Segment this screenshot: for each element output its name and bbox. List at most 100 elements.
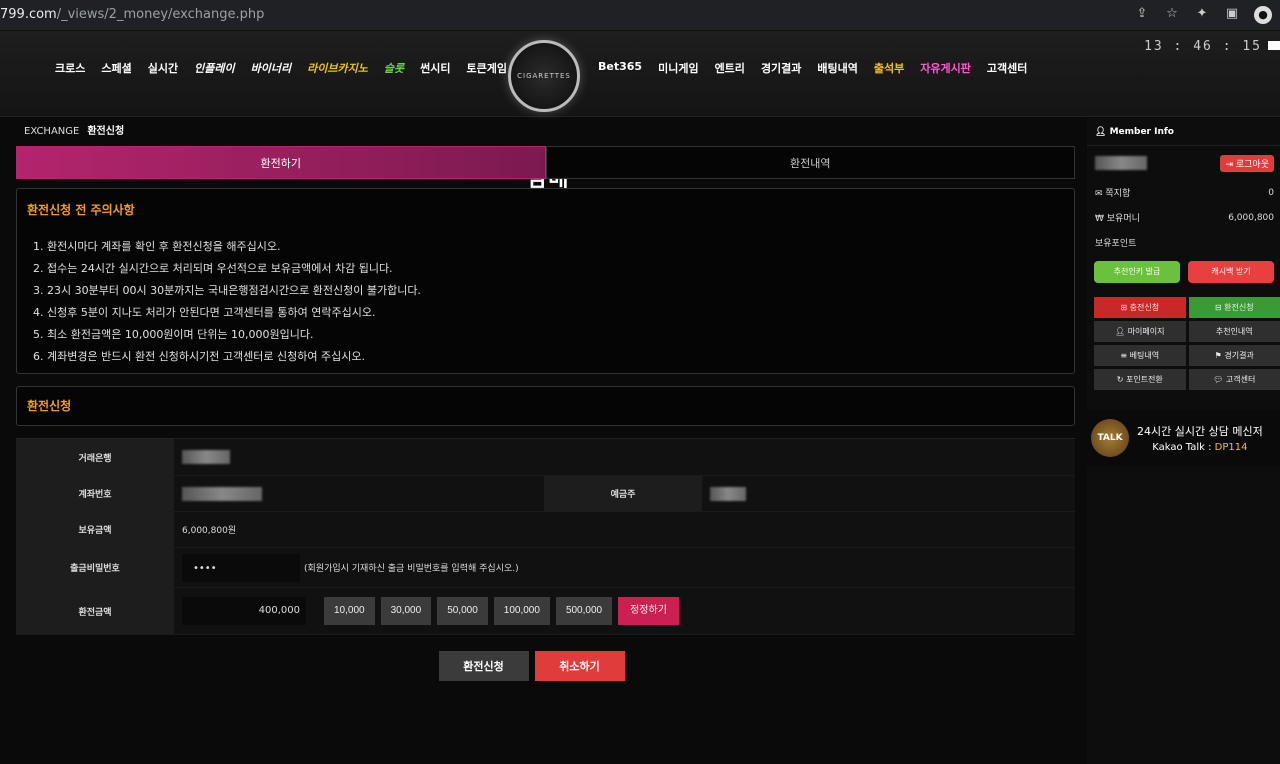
nav-special[interactable]: 스페셜 [101, 60, 131, 76]
logo-sub: CIGARETTES [517, 72, 571, 80]
money-row: ₩ 보유머니 6,000,800 [1087, 205, 1280, 230]
nav-minigame[interactable]: 미니게임 [658, 60, 698, 76]
notice-box: 환전신청 전 주의사항 1. 환전시마다 계좌를 확인 후 환전신청을 해주십시… [16, 188, 1075, 374]
tabs: 환전하기 환전내역 [16, 146, 1075, 179]
nav-entry[interactable]: 엔트리 [715, 60, 745, 76]
holder-redacted [710, 486, 746, 501]
notice-list: 1. 환전시마다 계좌를 확인 후 환전신청을 해주십시오. 2. 접수는 24… [27, 236, 1064, 368]
clock: 13 : 46 : 15 [1144, 39, 1262, 54]
site-header: 크로스 스페셜 실시간 인플레이 바이너리 라이브카지노 슬롯 썬시티 토큰게임… [0, 31, 1280, 192]
quick-point-convert-button[interactable]: ↻ 포인트전환 [1094, 369, 1186, 390]
nav-free-board[interactable]: 자유게시판 [920, 60, 971, 76]
password-label: 출금비밀번호 [16, 548, 174, 587]
logout-label: 로그아웃 [1235, 159, 1269, 170]
row-balance: 보유금액 6,000,800원 [16, 512, 1075, 548]
reset-amount-button[interactable]: 정정하기 [618, 597, 679, 625]
holder-value [702, 476, 1075, 511]
nav-live-casino[interactable]: 라이브카지노 [307, 60, 368, 76]
referral-key-button[interactable]: 추천인키 발급 [1094, 261, 1180, 283]
quick-mypage-button[interactable]: 👤︎ 마이페이지 [1094, 321, 1186, 342]
member-info-header: 👤︎ Member Info [1087, 118, 1280, 146]
balance-label: 보유금액 [16, 512, 174, 547]
cashback-button[interactable]: 캐시백 받기 [1188, 261, 1274, 283]
nav-binary[interactable]: 바이너리 [251, 60, 291, 76]
quick-exchange-button[interactable]: ⊟ 환전신청 [1188, 297, 1280, 318]
star-icon[interactable]: ☆ [1164, 6, 1180, 22]
amount-500000-button[interactable]: 500,000 [555, 597, 613, 625]
talk-id: DP114 [1214, 442, 1248, 453]
quick-deposit-button[interactable]: ⊞ 충전신청 [1094, 297, 1186, 318]
nav-attendance[interactable]: 출석부 [874, 60, 904, 76]
talk-line2: Kakao Talk : DP114 [1137, 442, 1263, 453]
extensions-icon[interactable]: ✦ [1194, 6, 1210, 22]
account-value [174, 476, 544, 511]
message-label: 쪽지함 [1105, 189, 1131, 199]
quick-bet-history-button[interactable]: ≡ 베팅내역 [1094, 345, 1186, 366]
logout-icon: ⇥ [1225, 159, 1236, 170]
logout-button[interactable]: ⇥ 로그아웃 [1220, 154, 1274, 172]
share-icon[interactable]: ⇪ [1134, 6, 1150, 22]
main-nav-right: Bet365 미니게임 엔트리 경기결과 배팅내역 출석부 자유게시판 고객센터 [598, 60, 1027, 76]
quick-results-button[interactable]: ⚑ 경기결과 [1188, 345, 1280, 366]
nav-results[interactable]: 경기결과 [761, 60, 801, 76]
refresh-icon: ↻ [1116, 375, 1126, 384]
nav-token-game[interactable]: 토큰게임 [466, 60, 506, 76]
sidepanel-icon[interactable]: ▣ [1224, 6, 1240, 22]
message-count: 0 [1268, 187, 1274, 198]
notice-item: 5. 최소 환전금액은 10,000원이며 단위는 10,000원입니다. [33, 328, 314, 341]
main-nav-left: 크로스 스페셜 실시간 인플레이 바이너리 라이브카지노 슬롯 썬시티 토큰게임 [55, 60, 507, 76]
user-icon: 👤︎ [1114, 327, 1128, 336]
quick-support-button[interactable]: 💬︎ 고객센터 [1188, 369, 1280, 390]
nav-suncity[interactable]: 썬시티 [420, 60, 450, 76]
nav-cross[interactable]: 크로스 [55, 60, 85, 76]
point-row: 보유포인트 [1087, 230, 1280, 255]
cancel-button[interactable]: 취소하기 [534, 651, 625, 681]
talk-prefix: Kakao Talk : [1152, 442, 1215, 453]
quick-results-label: 경기결과 [1224, 351, 1254, 360]
password-input[interactable]: •••• [182, 553, 300, 582]
quick-menu: ⊞ 충전신청 ⊟ 환전신청 👤︎ 마이페이지 추천인내역 ≡ 베팅내역 ⚑ 경기… [1087, 289, 1280, 390]
holder-label: 예금주 [544, 476, 702, 511]
address-bar[interactable]: 799.com/_views/2_money/exchange.php [0, 7, 264, 22]
nav-inplay[interactable]: 인플레이 [194, 60, 234, 76]
quick-support-label: 고객센터 [1225, 375, 1256, 384]
user-icon: 👤︎ [1095, 127, 1110, 137]
notice-item: 1. 환전시마다 계좌를 확인 후 환전신청을 해주십시오. [33, 240, 281, 253]
mail-icon: ✉ [1095, 189, 1106, 199]
nav-live[interactable]: 실시간 [148, 60, 178, 76]
amount-100000-button[interactable]: 100,000 [493, 597, 550, 625]
kakao-talk-banner[interactable]: TALK 24시간 실시간 상담 메신저 Kakao Talk : DP114 [1087, 410, 1280, 466]
password-hint: (회원가입시 기재하신 출금 비밀번호를 입력해 주십시오.) [304, 564, 519, 574]
quick-referral-button[interactable]: 추천인내역 [1188, 321, 1280, 342]
bank-redacted [182, 450, 230, 464]
profile-avatar[interactable]: ● [1254, 6, 1272, 24]
url-host: 799.com [0, 7, 57, 22]
account-redacted [182, 486, 262, 501]
quick-deposit-label: 충전신청 [1129, 303, 1160, 312]
breadcrumb: EXCHANGE 환전신청 [16, 118, 1075, 146]
chat-icon: 💬︎ [1213, 375, 1226, 384]
amount-10000-button[interactable]: 10,000 [324, 597, 375, 625]
money-value: 6,000,800 [1228, 212, 1274, 223]
account-label: 계좌번호 [16, 476, 174, 511]
point-label: 보유포인트 [1095, 239, 1137, 249]
message-row[interactable]: ✉ 쪽지함 0 [1087, 180, 1280, 205]
nav-support[interactable]: 고객센터 [987, 60, 1027, 76]
nav-bet365[interactable]: Bet365 [598, 60, 642, 76]
submit-exchange-button[interactable]: 환전신청 [438, 651, 529, 681]
row-bank: 거래은행 [16, 439, 1075, 476]
amount-50000-button[interactable]: 50,000 [437, 597, 488, 625]
nav-bet-history[interactable]: 배팅내역 [817, 60, 857, 76]
amount-input[interactable]: 400,000 [182, 597, 306, 625]
tab-exchange-history[interactable]: 환전내역 [545, 146, 1075, 179]
notice-item: 6. 계좌변경은 반드시 환전 신청하시기전 고객센터로 신청하여 주십시오. [33, 350, 365, 363]
amount-30000-button[interactable]: 30,000 [380, 597, 432, 625]
notice-item: 2. 접수는 24시간 실시간으로 처리되며 우선적으로 보유금액에서 차감 됩… [33, 262, 393, 275]
site-logo[interactable]: 담배 CIGARETTES [508, 40, 580, 192]
quick-exchange-label: 환전신청 [1224, 303, 1254, 312]
minus-icon: ⊟ [1214, 303, 1225, 312]
browser-toolbar: 799.com/_views/2_money/exchange.php ⇪ ☆ … [0, 0, 1280, 31]
list-icon: ≡ [1120, 351, 1130, 360]
nav-slot[interactable]: 슬롯 [384, 60, 404, 76]
tab-exchange[interactable]: 환전하기 [16, 146, 546, 179]
